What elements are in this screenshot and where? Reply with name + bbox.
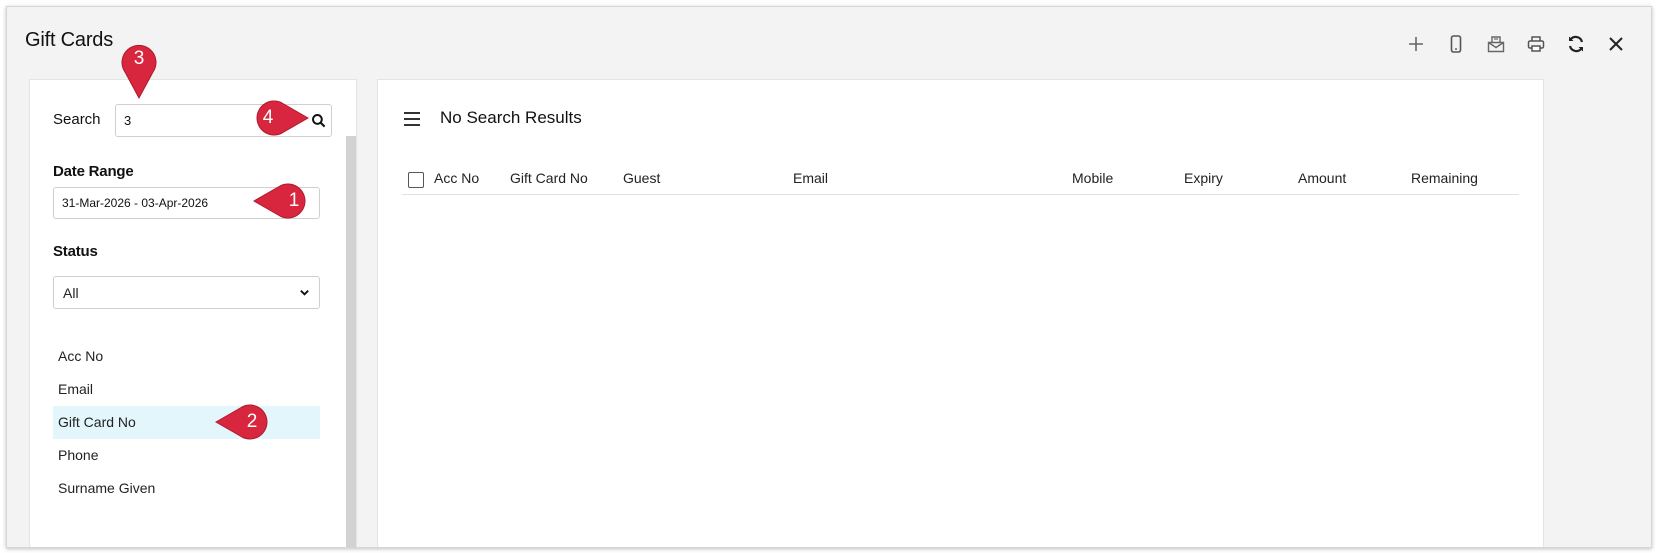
callout-marker-4: 4	[246, 99, 310, 137]
email-icon[interactable]	[1483, 31, 1509, 57]
column-gift-card-no[interactable]: Gift Card No	[510, 170, 588, 186]
callout-number-1: 1	[288, 190, 300, 211]
close-icon[interactable]	[1603, 31, 1629, 57]
scrollbar[interactable]	[346, 136, 356, 547]
column-expiry[interactable]: Expiry	[1184, 170, 1223, 186]
column-acc-no[interactable]: Acc No	[434, 170, 479, 186]
callout-number-3: 3	[133, 48, 145, 69]
status-select-value: All	[63, 284, 79, 301]
callout-number-2: 2	[246, 411, 258, 432]
filter-item-gift-card-no[interactable]: Gift Card No	[53, 406, 320, 439]
mobile-icon[interactable]	[1443, 31, 1469, 57]
column-mobile[interactable]: Mobile	[1072, 170, 1113, 186]
select-all-checkbox[interactable]	[408, 172, 424, 188]
print-icon[interactable]	[1523, 31, 1549, 57]
column-remaining[interactable]: Remaining	[1411, 170, 1478, 186]
filter-panel: Search Date Range Status All Acc No Emai…	[29, 79, 357, 547]
status-label: Status	[53, 243, 98, 260]
search-icon	[312, 114, 326, 128]
callout-marker-3: 3	[118, 38, 160, 100]
plus-icon[interactable]	[1403, 31, 1429, 57]
filter-item-email[interactable]: Email	[53, 373, 320, 406]
table-header: Acc No Gift Card No Guest Email Mobile E…	[402, 170, 1519, 195]
toolbar	[1403, 31, 1629, 57]
callout-marker-2: 2	[214, 403, 278, 441]
search-label: Search	[53, 111, 101, 128]
callout-number-4: 4	[262, 107, 274, 128]
results-title: No Search Results	[440, 108, 582, 127]
column-guest[interactable]: Guest	[623, 170, 660, 186]
column-email[interactable]: Email	[793, 170, 828, 186]
menu-icon[interactable]	[404, 112, 420, 126]
column-amount[interactable]: Amount	[1298, 170, 1346, 186]
gift-cards-window: Gift Cards Search Date Range Status	[6, 6, 1652, 548]
refresh-icon[interactable]	[1563, 31, 1589, 57]
filter-item-acc-no[interactable]: Acc No	[53, 340, 320, 373]
page-title: Gift Cards	[25, 29, 114, 51]
date-range-label: Date Range	[53, 163, 134, 180]
status-select[interactable]: All	[53, 276, 320, 309]
search-button[interactable]	[308, 110, 330, 132]
callout-marker-1: 1	[252, 182, 316, 220]
filter-item-surname-given[interactable]: Surname Given	[53, 472, 320, 505]
results-panel: No Search Results Acc No Gift Card No Gu…	[377, 79, 1544, 547]
chevron-down-icon	[300, 290, 309, 296]
filter-item-phone[interactable]: Phone	[53, 439, 320, 472]
